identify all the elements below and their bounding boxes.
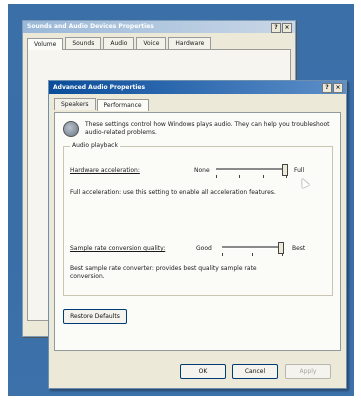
- src-quality-min-label: Good: [196, 245, 212, 252]
- dialog-titlebar: Advanced Audio Properties ? ×: [49, 81, 346, 94]
- desktop-background: Sounds and Audio Devices Properties ? × …: [8, 4, 354, 396]
- info-text: These settings control how Windows plays…: [85, 121, 330, 136]
- dialog-help-button[interactable]: ?: [322, 83, 332, 93]
- hw-accel-slider[interactable]: [216, 164, 288, 178]
- ok-button[interactable]: OK: [180, 364, 226, 379]
- hw-accel-label: Hardware acceleration:: [70, 167, 140, 174]
- cancel-button[interactable]: Cancel: [232, 364, 278, 379]
- src-quality-ticks: [222, 253, 284, 256]
- hw-accel-ticks: [216, 175, 288, 178]
- apply-button[interactable]: Apply: [285, 364, 331, 379]
- src-quality-description: Best sample rate converter: provides bes…: [70, 265, 257, 280]
- src-quality-track: [222, 246, 284, 249]
- slider-tick: [282, 253, 283, 256]
- dialog-close-button[interactable]: ×: [333, 83, 343, 93]
- back-window-titlebar: Sounds and Audio Devices Properties ? ×: [23, 21, 295, 33]
- slider-tick: [216, 175, 217, 178]
- advanced-audio-properties-dialog: Advanced Audio Properties ? × Speakers P…: [48, 80, 347, 389]
- group-label: Audio playback: [70, 142, 120, 149]
- hw-accel-description: Full acceleration: use this setting to e…: [70, 189, 276, 196]
- tab-audio[interactable]: Audio: [103, 37, 135, 49]
- tab-sounds[interactable]: Sounds: [65, 37, 102, 49]
- performance-panel: These settings control how Windows plays…: [54, 112, 341, 351]
- slider-tick: [252, 253, 253, 256]
- src-quality-label: Sample rate conversion quality:: [70, 245, 166, 252]
- slider-tick: [286, 175, 287, 178]
- mouse-pointer-icon: [298, 176, 310, 189]
- tab-hardware[interactable]: Hardware: [168, 37, 212, 49]
- back-window-title: Sounds and Audio Devices Properties: [27, 23, 154, 30]
- speaker-icon: [63, 121, 79, 137]
- back-tab-bar: Volume Sounds Audio Voice Hardware: [23, 33, 295, 50]
- hw-accel-min-label: None: [194, 167, 210, 174]
- back-help-button[interactable]: ?: [271, 23, 281, 33]
- src-quality-max-label: Best: [292, 245, 306, 252]
- slider-tick: [263, 175, 264, 178]
- hw-accel-track: [216, 168, 288, 171]
- slider-tick: [222, 253, 223, 256]
- hw-accel-max-label: Full: [294, 167, 305, 174]
- tab-performance[interactable]: Performance: [96, 99, 149, 111]
- dialog-tab-bar: Speakers Performance: [49, 94, 346, 111]
- back-close-button[interactable]: ×: [282, 23, 292, 33]
- dialog-title: Advanced Audio Properties: [53, 84, 146, 91]
- tab-voice[interactable]: Voice: [136, 37, 167, 49]
- tab-speakers[interactable]: Speakers: [54, 98, 96, 110]
- tab-volume[interactable]: Volume: [27, 38, 64, 50]
- src-quality-slider[interactable]: [222, 242, 284, 256]
- audio-playback-group: Audio playback Hardware acceleration: No…: [63, 142, 333, 296]
- restore-defaults-button[interactable]: Restore Defaults: [63, 309, 127, 324]
- slider-tick: [239, 175, 240, 178]
